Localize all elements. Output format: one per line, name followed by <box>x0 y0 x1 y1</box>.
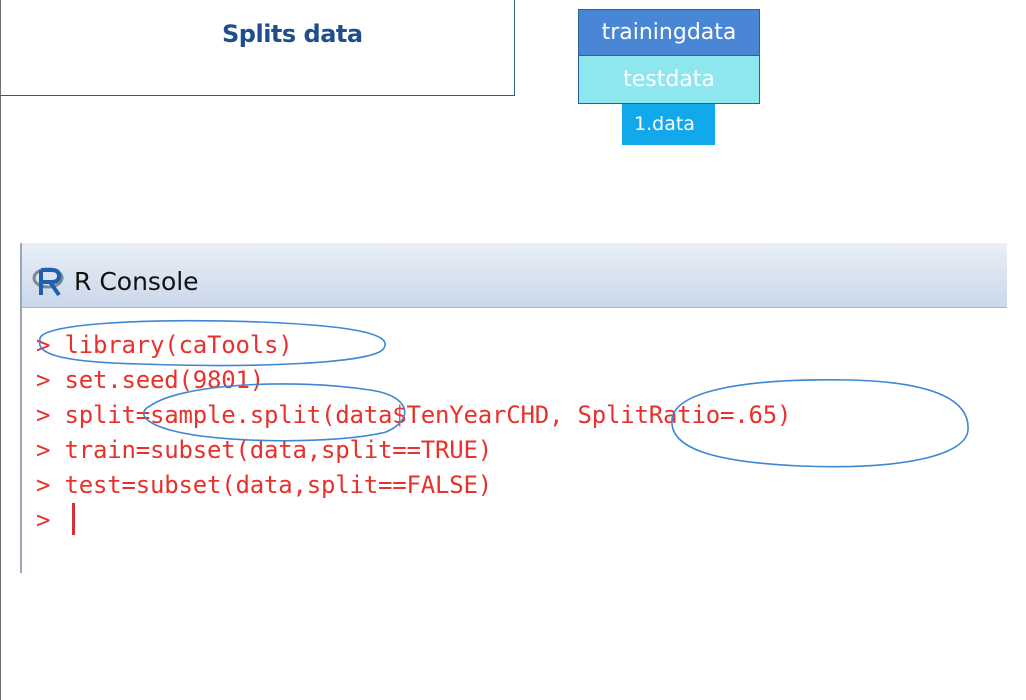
console-prompt: > <box>36 366 51 394</box>
console-title: R Console <box>74 267 199 296</box>
data-box: 1.data <box>622 104 715 145</box>
console-line: > split=sample.split(data$TenYearCHD, Sp… <box>36 401 791 435</box>
console-command: split=sample.split(data$TenYearCHD, Spli… <box>64 401 792 429</box>
console-prompt: > <box>36 471 51 499</box>
console-command: library(caTools) <box>64 331 293 359</box>
console-prompt: > <box>36 436 51 464</box>
console-prompt: > <box>36 506 51 534</box>
training-data-box: trainingdata <box>578 9 760 56</box>
console-command: test=subset(data,split==FALSE) <box>64 471 493 499</box>
console-line: > train=subset(data,split==TRUE) <box>36 436 492 470</box>
console-line: > set.seed(9801) <box>36 366 264 400</box>
console-input-line[interactable]: > <box>36 506 50 540</box>
text-cursor <box>72 503 75 535</box>
console-output[interactable]: > library(caTools) > set.seed(9801) > sp… <box>22 309 1007 573</box>
console-line: > library(caTools) <box>36 331 293 365</box>
page-border <box>0 0 1 700</box>
console-prompt: > <box>36 331 51 359</box>
console-command: train=subset(data,split==TRUE) <box>64 436 493 464</box>
r-console-window: R Console > library(caTools) > set.seed(… <box>20 243 1007 573</box>
console-prompt: > <box>36 401 51 429</box>
test-data-box: testdata <box>578 56 760 104</box>
console-line: > test=subset(data,split==FALSE) <box>36 471 492 505</box>
r-logo-icon <box>32 267 64 297</box>
title-box: Splits data <box>0 0 515 96</box>
slide-title: Splits data <box>222 20 363 48</box>
console-titlebar[interactable]: R Console <box>22 243 1007 308</box>
console-command: set.seed(9801) <box>64 366 265 394</box>
